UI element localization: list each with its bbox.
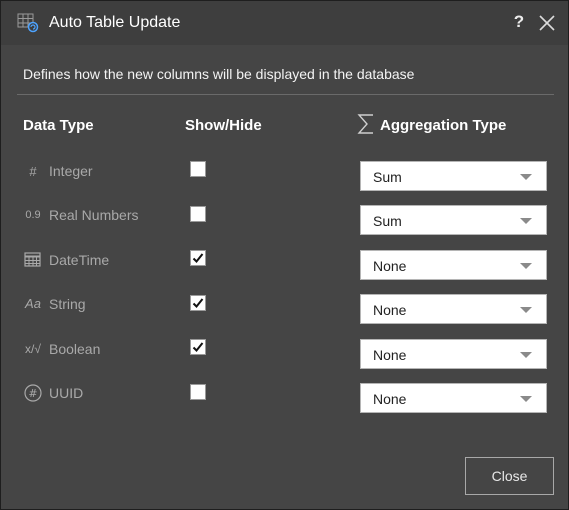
show-hide-checkbox-datetime[interactable] [190, 250, 206, 266]
uuid-hash-circle-icon: # [24, 384, 42, 402]
text-aa-icon: Aa [25, 296, 41, 311]
table-update-icon [17, 13, 39, 33]
uuid-icon-glyph: # [28, 387, 37, 400]
chevron-down-icon [520, 263, 532, 269]
chevron-down-icon [520, 174, 532, 180]
aggregation-value-string: None [373, 302, 407, 318]
aggregation-select-datetime[interactable]: None [360, 250, 547, 280]
row-label-uuid: UUID [49, 385, 84, 401]
aggregation-value-boolean: None [373, 347, 407, 363]
aggregation-value-real-numbers: Sum [373, 213, 402, 229]
close-icon[interactable] [537, 13, 557, 33]
show-hide-checkbox-integer[interactable] [190, 161, 206, 177]
checkmark-icon [192, 253, 204, 263]
show-hide-checkbox-uuid[interactable] [190, 384, 206, 400]
aggregation-select-integer[interactable]: Sum [360, 161, 547, 191]
help-button[interactable]: ? [511, 12, 527, 32]
row-label-datetime: DateTime [49, 252, 110, 268]
aggregation-select-uuid[interactable]: None [360, 383, 547, 413]
chevron-down-icon [520, 307, 532, 313]
show-hide-checkbox-real-numbers[interactable] [190, 206, 206, 222]
aggregation-value-datetime: None [373, 258, 407, 274]
show-hide-checkbox-string[interactable] [190, 295, 206, 311]
dialog-description: Defines how the new columns will be disp… [23, 66, 415, 82]
row-label-boolean: Boolean [49, 341, 101, 357]
aggregation-select-string[interactable]: None [360, 294, 547, 324]
sigma-icon [357, 114, 373, 134]
dialog-title: Auto Table Update [49, 14, 181, 31]
aggregation-select-real-numbers[interactable]: Sum [360, 205, 547, 235]
chevron-down-icon [520, 218, 532, 224]
aggregation-select-boolean[interactable]: None [360, 339, 547, 369]
chevron-down-icon [520, 352, 532, 358]
close-button[interactable]: Close [465, 457, 554, 495]
aggregation-type-header: Aggregation Type [380, 117, 507, 134]
checkmark-icon [192, 342, 204, 352]
divider [17, 94, 554, 95]
chevron-down-icon [520, 396, 532, 402]
aggregation-value-uuid: None [373, 391, 407, 407]
checkmark-icon [192, 298, 204, 308]
row-label-real-numbers: Real Numbers [49, 207, 139, 223]
show-hide-header: Show/Hide [185, 117, 262, 134]
aggregation-value-integer: Sum [373, 169, 402, 185]
decimal-icon: 0.9 [25, 209, 41, 221]
row-label-integer: Integer [49, 163, 93, 179]
title-bar: Auto Table Update ? [1, 1, 568, 45]
calendar-grid-icon [24, 252, 41, 267]
show-hide-checkbox-boolean[interactable] [190, 339, 206, 355]
hash-icon: # [29, 164, 37, 179]
auto-table-update-dialog: Auto Table Update ? Defines how the new … [0, 0, 569, 510]
boolean-icon: x/√ [25, 342, 41, 356]
data-type-header: Data Type [23, 117, 94, 134]
row-label-string: String [49, 296, 86, 312]
